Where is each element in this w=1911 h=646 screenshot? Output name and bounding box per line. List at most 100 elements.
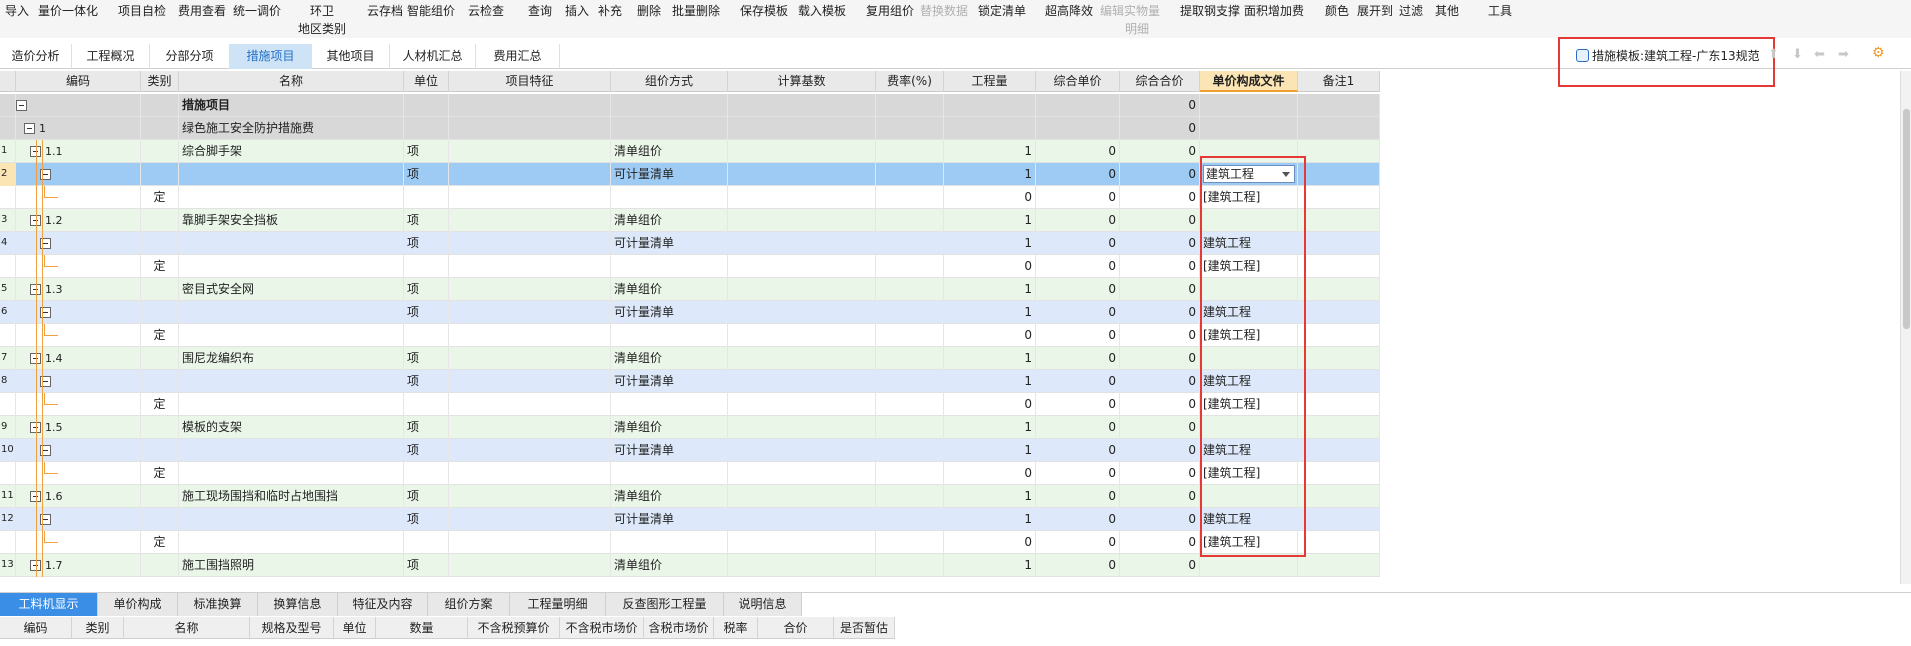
category-cell[interactable] [141,209,179,232]
bottom-tab-8[interactable]: 说明信息 [724,593,802,616]
bottom-tab-6[interactable]: 工程量明细 [510,593,606,616]
unit-price-cell[interactable]: 0 [1036,462,1120,485]
row-number[interactable]: 6 [0,301,16,324]
method-cell[interactable]: 可计量清单 [611,232,728,255]
total-price-cell[interactable]: 0 [1120,232,1200,255]
total-price-cell[interactable]: 0 [1120,209,1200,232]
toolbar-item[interactable]: 其他 [1435,4,1459,18]
unit-price-cell[interactable]: 0 [1036,140,1120,163]
method-cell[interactable]: 清单组价 [611,209,728,232]
toolbar-item[interactable]: 展开到 [1357,4,1393,18]
tab-2[interactable]: 分部分项 [150,44,230,69]
table-row[interactable]: 9 1.5 模板的支架项清单组价 1 0 0 [0,416,1380,439]
method-cell[interactable] [611,255,728,278]
remark-cell[interactable] [1298,163,1380,186]
row-number[interactable] [0,462,16,485]
method-cell[interactable]: 可计量清单 [611,439,728,462]
toolbar-item[interactable]: 工具 [1488,4,1512,18]
bottom-tab-7[interactable]: 反查图形工程量 [606,593,724,616]
method-cell[interactable] [611,531,728,554]
quantity-cell[interactable]: 0 [944,531,1036,554]
tab-6[interactable]: 费用汇总 [476,44,560,69]
column-header[interactable]: 编码 [16,71,141,92]
quantity-cell[interactable]: 0 [944,393,1036,416]
rate-cell[interactable] [876,278,944,301]
arrow-down-icon[interactable]: ⬇ [1792,47,1803,62]
toolbar-item[interactable]: 锁定清单 [978,4,1026,18]
toolbar-item[interactable]: 项目自检 [118,4,166,18]
bottom-column-header[interactable]: 规格及型号 [250,617,334,639]
tab-4[interactable]: 其他项目 [312,44,390,69]
quantity-cell[interactable]: 0 [944,255,1036,278]
scrollbar-thumb[interactable] [1903,109,1910,329]
bottom-column-header[interactable]: 含税市场价 [644,617,714,639]
rate-cell[interactable] [876,186,944,209]
toolbar-item[interactable]: 载入模板 [798,4,846,18]
quantity-cell[interactable]: 1 [944,278,1036,301]
category-cell[interactable] [141,370,179,393]
category-cell[interactable]: 定 [141,186,179,209]
table-row[interactable]: 6 项可计量清单 1 0 0 建筑工程 [0,301,1380,324]
feature-cell[interactable] [449,117,611,140]
method-cell[interactable]: 可计量清单 [611,301,728,324]
unit-price-cell[interactable]: 0 [1036,393,1120,416]
total-price-cell[interactable]: 0 [1120,554,1200,577]
method-cell[interactable]: 清单组价 [611,347,728,370]
category-cell[interactable] [141,94,179,117]
code-cell[interactable] [16,439,141,462]
name-cell[interactable]: 密目式安全网 [179,278,404,301]
quantity-cell[interactable] [944,117,1036,140]
rate-cell[interactable] [876,554,944,577]
method-cell[interactable] [611,186,728,209]
name-cell[interactable] [179,255,404,278]
remark-cell[interactable] [1298,393,1380,416]
base-cell[interactable] [728,554,876,577]
remark-cell[interactable] [1298,347,1380,370]
rate-cell[interactable] [876,416,944,439]
column-header[interactable]: 工程量 [944,71,1036,92]
feature-cell[interactable] [449,485,611,508]
quantity-cell[interactable]: 1 [944,140,1036,163]
feature-cell[interactable] [449,393,611,416]
toolbar-item[interactable]: 地区类别 [298,22,346,36]
column-header[interactable]: 单位 [404,71,449,92]
unit-price-cell[interactable]: 0 [1036,163,1120,186]
name-cell[interactable] [179,163,404,186]
toolbar-item[interactable]: 环卫 [310,4,334,18]
name-cell[interactable] [179,186,404,209]
bottom-column-header[interactable]: 类别 [72,617,124,639]
price-file-cell[interactable] [1200,117,1298,140]
table-row[interactable]: 13 1.7 施工围挡照明项清单组价 1 0 0 [0,554,1380,577]
category-cell[interactable] [141,301,179,324]
arrow-right-icon[interactable]: ➡ [1838,47,1849,62]
category-cell[interactable] [141,439,179,462]
remark-cell[interactable] [1298,508,1380,531]
unit-cell[interactable]: 项 [404,347,449,370]
table-row[interactable]: 定 0 0 0 [建筑工程] [0,255,1380,278]
collapse-toggle-icon[interactable] [24,123,35,134]
category-cell[interactable]: 定 [141,393,179,416]
category-cell[interactable] [141,347,179,370]
remark-cell[interactable] [1298,324,1380,347]
remark-cell[interactable] [1298,439,1380,462]
name-cell[interactable] [179,232,404,255]
table-row[interactable]: 12 项可计量清单 1 0 0 建筑工程 [0,508,1380,531]
unit-price-cell[interactable]: 0 [1036,416,1120,439]
table-row[interactable]: 定 0 0 0 [建筑工程] [0,531,1380,554]
base-cell[interactable] [728,324,876,347]
toolbar-item[interactable]: 导入 [5,4,29,18]
remark-cell[interactable] [1298,232,1380,255]
name-cell[interactable]: 施工现场围挡和临时占地围挡 [179,485,404,508]
method-cell[interactable] [611,94,728,117]
bottom-column-header[interactable]: 不含税预算价 [468,617,560,639]
method-cell[interactable]: 清单组价 [611,554,728,577]
code-cell[interactable]: 1.7 [16,554,141,577]
unit-price-cell[interactable]: 0 [1036,531,1120,554]
tab-5[interactable]: 人材机汇总 [390,44,476,69]
code-cell[interactable] [16,462,141,485]
method-cell[interactable]: 可计量清单 [611,370,728,393]
code-cell[interactable] [16,163,141,186]
unit-price-cell[interactable]: 0 [1036,370,1120,393]
bottom-column-header[interactable]: 数量 [376,617,468,639]
arrow-up-icon[interactable]: ⬆ [1768,47,1779,62]
